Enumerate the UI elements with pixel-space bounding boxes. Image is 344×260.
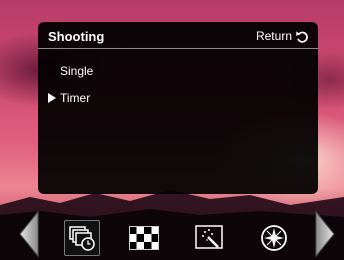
nav-left-button[interactable]: [18, 210, 40, 258]
self-timer-icon: [69, 226, 95, 251]
right-arrow-icon: [315, 210, 335, 258]
triangle-pointer-icon: [48, 93, 60, 103]
scene-mode-button[interactable]: [256, 220, 292, 256]
menu-item-timer[interactable]: Timer: [48, 89, 248, 107]
shooting-menu-panel: Shooting Return Single Timer: [38, 22, 318, 194]
left-arrow-icon: [19, 210, 39, 258]
checkerboard-mode-button[interactable]: [126, 220, 162, 256]
return-label: Return: [255, 29, 292, 43]
magic-wand-icon: [195, 225, 223, 249]
self-timer-mode-button[interactable]: [64, 220, 100, 256]
panel-title: Shooting: [48, 29, 105, 44]
menu-item-single[interactable]: Single: [48, 62, 248, 80]
nav-right-button[interactable]: [314, 210, 336, 258]
menu-item-label: Timer: [60, 91, 91, 105]
effect-mode-button[interactable]: [192, 220, 228, 256]
checkerboard-icon: [129, 226, 159, 250]
return-arrow-icon: [295, 29, 310, 44]
menu-item-label: Single: [60, 64, 94, 78]
panel-header: Shooting Return: [38, 22, 318, 49]
return-button[interactable]: Return: [256, 27, 310, 45]
compass-icon: [261, 225, 287, 251]
